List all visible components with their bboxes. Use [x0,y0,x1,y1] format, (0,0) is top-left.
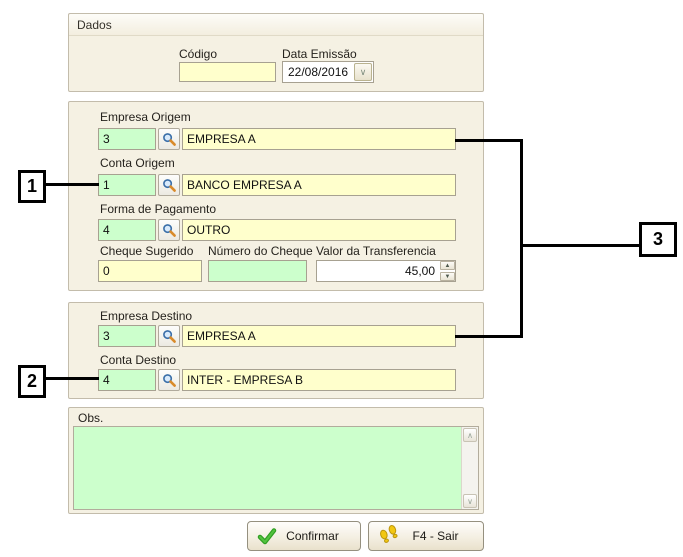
dados-panel-caption: Dados [69,14,483,36]
callout-1-number: 1 [27,176,37,197]
codigo-input[interactable] [179,62,276,82]
data-emissao-value: 22/08/2016 [288,62,348,82]
callout-3-line-middle [523,244,639,247]
transfer-form: Dados Código Data Emissão 22/08/2016 ∨ E… [0,0,683,557]
cheque-sugerido-label: Cheque Sugerido [100,244,193,258]
conta-origem-name-input[interactable] [182,174,456,196]
empresa-destino-code-input[interactable] [98,325,156,347]
callout-3-box: 3 [639,222,677,257]
valor-spinner: ▲ ▼ [440,261,455,281]
destino-panel: Empresa Destino Conta Destino [68,302,484,399]
conta-origem-code-input[interactable] [98,174,156,196]
footsteps-icon [378,525,400,547]
spin-up-button[interactable]: ▲ [440,261,455,270]
callout-3-line-top [455,139,523,142]
scroll-down-icon: ∨ [467,497,473,506]
data-emissao-combo[interactable]: 22/08/2016 ∨ [282,61,374,83]
exit-button-label: F4 - Sair [400,529,483,543]
callout-3-line-vertical [520,139,523,338]
spin-down-button[interactable]: ▼ [440,272,455,281]
numero-cheque-input[interactable] [208,260,307,282]
search-icon [162,373,177,388]
forma-pagamento-search-button[interactable] [158,219,180,241]
callout-1-box: 1 [18,170,46,203]
scroll-down-button[interactable]: ∨ [463,494,477,508]
forma-pagamento-code-input[interactable] [98,219,156,241]
dados-panel: Dados Código Data Emissão 22/08/2016 ∨ [68,13,484,92]
callout-2-box: 2 [18,365,46,398]
empresa-origem-search-button[interactable] [158,128,180,150]
confirm-button[interactable]: Confirmar [247,521,361,551]
scroll-up-button[interactable]: ∧ [463,428,477,442]
obs-panel: Obs. ∧ ∨ [68,407,484,514]
obs-scrollbar[interactable]: ∧ ∨ [461,427,478,509]
conta-destino-label: Conta Destino [100,353,176,367]
check-icon [257,528,277,545]
chevron-down-icon: ∨ [360,67,367,78]
conta-destino-name-input[interactable] [182,369,456,391]
numero-cheque-label: Número do Cheque [208,244,313,258]
empresa-origem-code-input[interactable] [98,128,156,150]
scroll-up-icon: ∧ [467,431,473,440]
forma-pagamento-label: Forma de Pagamento [100,202,216,216]
obs-textarea[interactable] [74,427,462,509]
search-icon [162,132,177,147]
callout-2-line [46,377,99,380]
conta-origem-search-button[interactable] [158,174,180,196]
valor-transferencia-label: Valor da Transferencia [316,244,436,258]
obs-label: Obs. [78,411,103,425]
conta-destino-search-button[interactable] [158,369,180,391]
empresa-destino-name-input[interactable] [182,325,456,347]
empresa-destino-search-button[interactable] [158,325,180,347]
callout-2-number: 2 [27,371,37,392]
obs-memo-wrap: ∧ ∨ [73,426,479,510]
callout-3-number: 3 [653,229,663,250]
callout-3-line-bottom [455,335,523,338]
codigo-label: Código [179,47,217,61]
data-emissao-dropdown-button[interactable]: ∨ [354,63,372,81]
empresa-origem-name-input[interactable] [182,128,456,150]
valor-transferencia-spinedit: ▲ ▼ [316,260,456,282]
search-icon [162,178,177,193]
empresa-destino-label: Empresa Destino [100,309,192,323]
valor-transferencia-input[interactable] [316,260,456,282]
search-icon [162,329,177,344]
conta-origem-label: Conta Origem [100,156,175,170]
spin-down-icon: ▼ [445,274,451,280]
callout-1-line [46,183,99,186]
conta-destino-code-input[interactable] [98,369,156,391]
empresa-origem-label: Empresa Origem [100,110,191,124]
search-icon [162,223,177,238]
confirm-button-label: Confirmar [277,529,360,543]
spin-up-icon: ▲ [445,263,451,269]
origem-panel: Empresa Origem Conta Origem Forma de Pag… [68,101,484,291]
forma-pagamento-name-input[interactable] [182,219,456,241]
exit-button[interactable]: F4 - Sair [368,521,484,551]
cheque-sugerido-input[interactable] [98,260,202,282]
dados-title: Dados [77,18,112,32]
data-emissao-label: Data Emissão [282,47,357,61]
